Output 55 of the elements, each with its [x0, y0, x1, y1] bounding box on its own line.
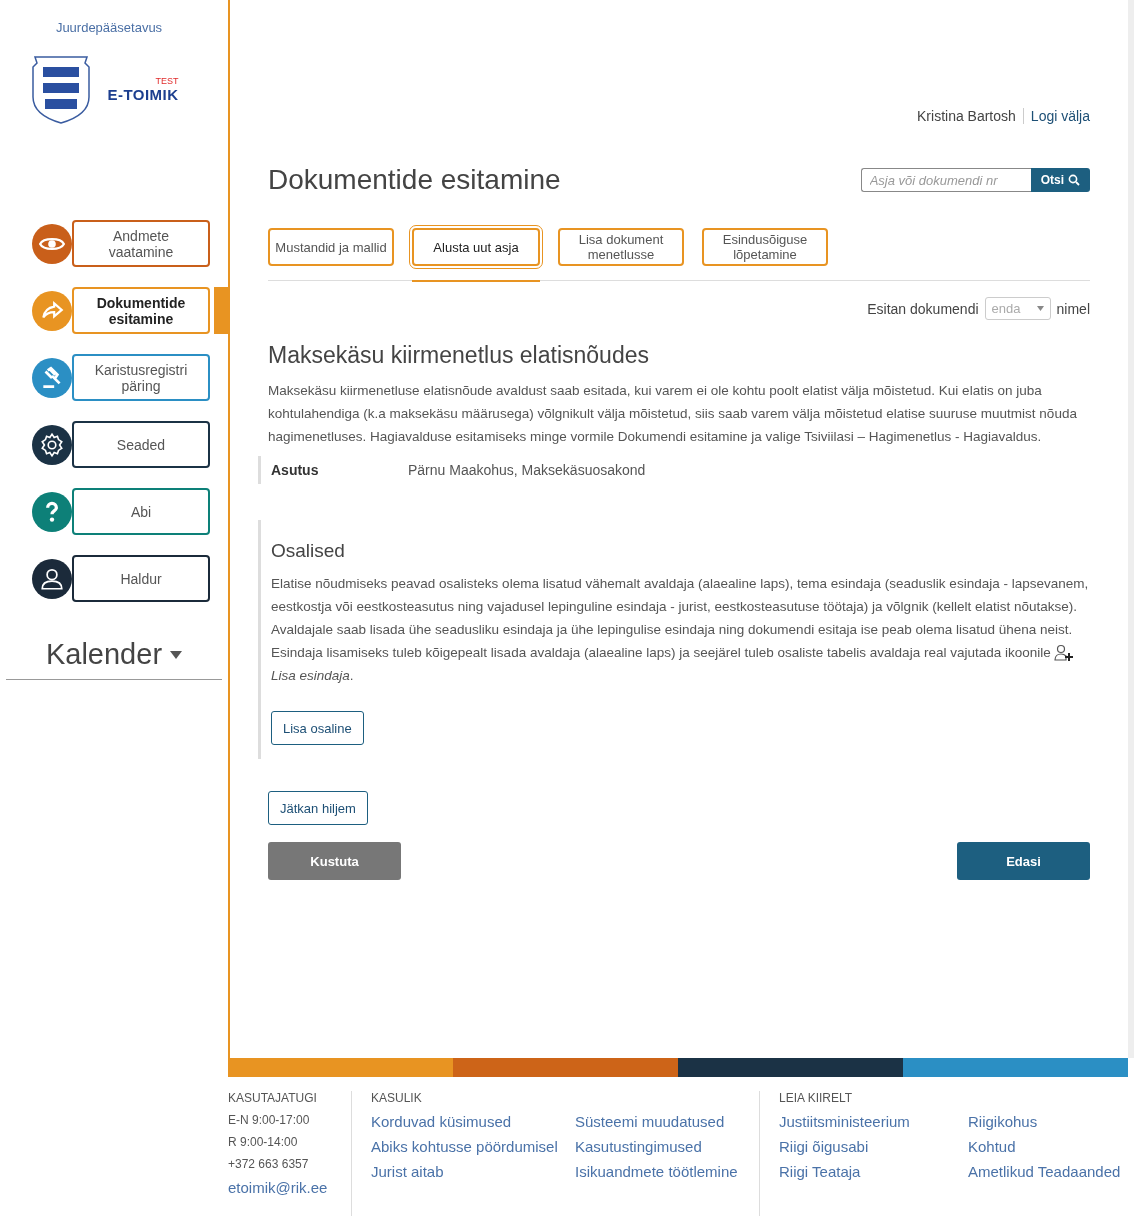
logout-link[interactable]: Logi välja [1023, 108, 1090, 124]
footer-link[interactable]: Ametlikud Teadaanded [968, 1163, 1128, 1180]
add-person-icon [1054, 644, 1075, 663]
footer-link[interactable]: Jurist aitab [371, 1163, 575, 1180]
nav-item[interactable]: Dokumentide esitamine [72, 287, 210, 334]
nav-item[interactable]: Seaded [72, 421, 210, 468]
settings-icon [39, 431, 65, 458]
add-party-button[interactable]: Lisa osaline [271, 711, 364, 745]
tab[interactable]: Esindusõiguse lõpetamine [702, 228, 828, 266]
footer-link[interactable]: Kohtud [968, 1138, 1128, 1155]
footer-link[interactable]: Kasutustingimused [575, 1138, 759, 1155]
search-button[interactable]: Otsi [1030, 168, 1090, 192]
footer-link[interactable]: Riigi õigusabi [779, 1138, 968, 1155]
submit-as-label: Esitan dokumendi [867, 300, 979, 317]
footer-link[interactable]: Isikuandmete töötlemine [575, 1163, 759, 1180]
accessibility-link[interactable]: Juurdepääsetavus [55, 20, 163, 35]
page-title: Dokumentide esitamine [268, 164, 561, 196]
section-title: Maksekäsu kiirmenetlus elatisnõudes [268, 342, 650, 369]
delete-button[interactable]: Kustuta [268, 842, 401, 880]
institution-value: Pärnu Maakohus, Maksekäsuosakond [408, 462, 646, 478]
tab[interactable]: Lisa dokument menetlusse [558, 228, 684, 266]
footer-link[interactable]: Riigi Teataja [779, 1163, 968, 1180]
email-link[interactable]: etoimik@rik.ee [228, 1179, 351, 1196]
footer-heading: KASULIK [371, 1091, 423, 1105]
continue-later-button[interactable]: Jätkan hiljem [268, 791, 368, 825]
next-button[interactable]: Edasi [957, 842, 1090, 880]
footer-link[interactable]: Süsteemi muudatused [575, 1113, 759, 1130]
footer-link[interactable]: Riigikohus [968, 1113, 1128, 1130]
parties-description: Elatise nõudmiseks peavad osalisteks olema lisatud vähemalt avaldaja (alaealine laps), tema esindaja (seaduslik esindaja - lapsevanem, eestkostja või eestkosteasutus ning vajadusel lepinguline esindaja - jurist, eestkosteasutuse töötaja) ja võlgnik (kellelt elatist nõutakse). Avaldajale saab lisada ühe seadusliku esindaja ja ühe lepingulise esindaja ning dokumendi esitaja ise peab olema lisatud ühena neist. Esindaja lisamiseks tuleb kõigepealt lisada avaldaja (alaealine laps) ja seejärel tuleb osaliste tabelis avaldaja real vajutada ikoonile Lisa esindaja. [271, 575, 1090, 685]
footer-heading: KASUTAJATUGI [228, 1091, 318, 1105]
footer-link[interactable]: Justiitsministeerium [779, 1113, 968, 1130]
test-label: TEST [155, 75, 179, 86]
footer-link[interactable]: Korduvad küsimused [371, 1113, 575, 1130]
search-icon [1068, 174, 1080, 186]
tab[interactable]: Alusta uut asja [412, 228, 540, 266]
footer-link[interactable]: Abiks kohtusse pöördumisel [371, 1138, 575, 1155]
section-description: Maksekäsu kiirmenetluse elatisnõude avaldust saab esitada, kui varem ei ole kohtu poolt elatist välja mõistetud. Kui elatis on juba kohtulahendiga (k.a maksekäsu määrusega) võlgnikult välja mõistetud, siis saab varem välja mõistetud elatise suuruse muutmist nõuda hagimenetluses. Hagiavalduse esitamiseks minge vormile Dokumendi esitamine ja valige Tsiviilasi – Hagimenetlus - Hagiavaldus. [268, 382, 1078, 446]
nav-item[interactable]: Abi [72, 488, 210, 535]
caret-icon [1036, 306, 1044, 311]
footer-heading: LEIA KIIRELT [779, 1091, 854, 1105]
footer-text: R 9:00-14:00 [228, 1135, 299, 1149]
user-name: Kristina Bartosh [917, 108, 1024, 124]
brand-name: E-TOIMIK [107, 85, 179, 103]
caret-icon [170, 650, 183, 659]
parties-title: Osalised [271, 540, 346, 562]
nav-item[interactable]: Andmete vaatamine [72, 220, 210, 267]
institution-label: Asutus [271, 462, 320, 478]
calendar-dropdown[interactable]: Kalender [6, 638, 222, 680]
tab[interactable]: Mustandid ja mallid [268, 228, 394, 266]
footer-text: E-N 9:00-17:00 [228, 1113, 311, 1127]
search-field[interactable]: Asja või dokumendi nr [860, 168, 1031, 192]
submit-as-suffix: nimel [1056, 300, 1090, 317]
footer-text: +372 663 6357 [228, 1157, 310, 1171]
nav-item[interactable]: Karistusregistri päring [72, 354, 210, 401]
nav-item[interactable]: Haldur [72, 555, 210, 602]
